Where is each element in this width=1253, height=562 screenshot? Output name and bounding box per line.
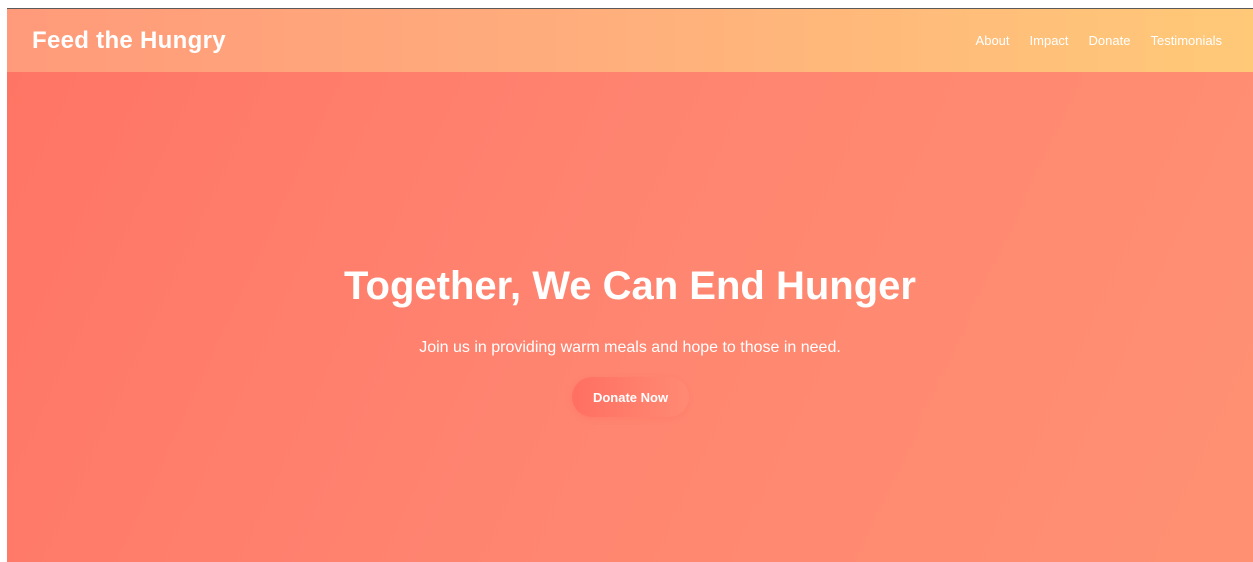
nav-link-impact[interactable]: Impact (1030, 33, 1069, 48)
page-frame: Feed the Hungry About Impact Donate Test… (7, 8, 1253, 562)
hero-title: Together, We Can End Hunger (344, 264, 916, 308)
navbar: Feed the Hungry About Impact Donate Test… (7, 9, 1253, 72)
site-brand[interactable]: Feed the Hungry (32, 27, 226, 55)
hero-section: Together, We Can End Hunger Join us in p… (7, 72, 1253, 562)
nav-links: About Impact Donate Testimonials (976, 33, 1222, 48)
donate-now-button[interactable]: Donate Now (572, 377, 689, 417)
nav-link-about[interactable]: About (976, 33, 1010, 48)
nav-link-donate[interactable]: Donate (1089, 33, 1131, 48)
hero-subtitle: Join us in providing warm meals and hope… (419, 339, 841, 356)
nav-link-testimonials[interactable]: Testimonials (1150, 33, 1222, 48)
